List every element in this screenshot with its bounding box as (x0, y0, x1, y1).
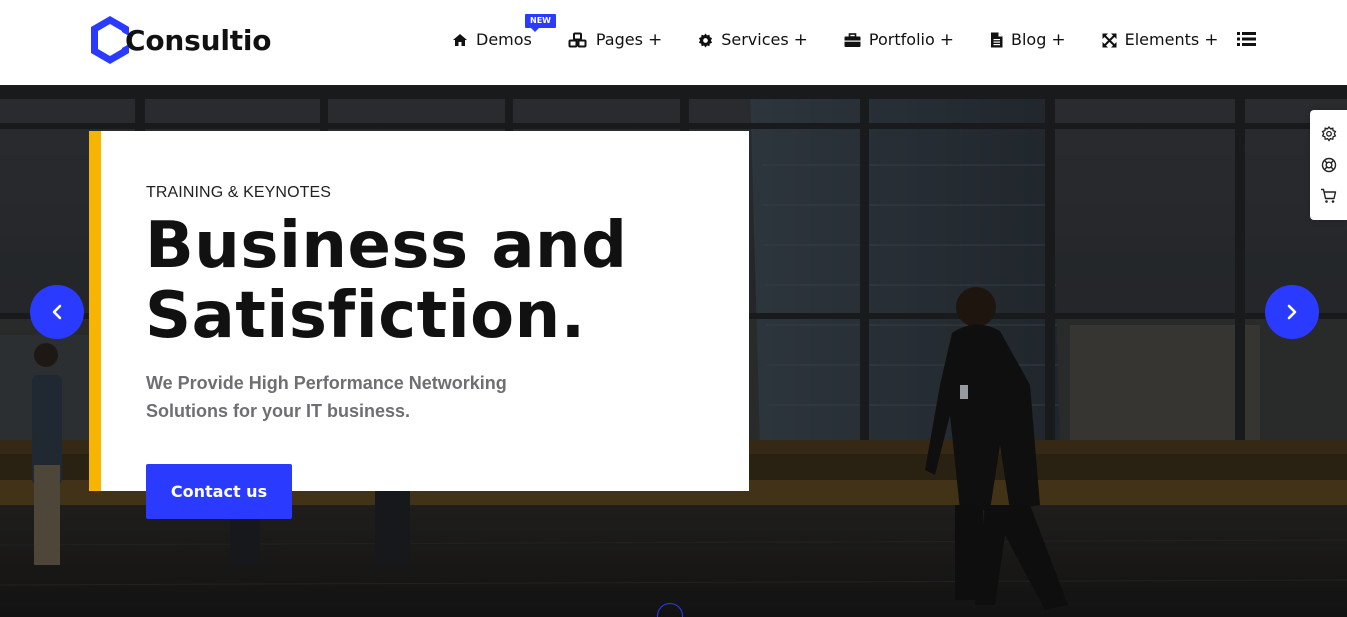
nav-item-elements[interactable]: Elements + (1102, 28, 1219, 52)
page: Consultio Demos NEW Pages + Services + P… (0, 0, 1347, 617)
nav-label-blog: Blog (1011, 30, 1047, 49)
plus-icon: + (1051, 30, 1066, 50)
cart-button[interactable] (1310, 180, 1347, 211)
hero-headline: Business and Satisfiction. (145, 211, 725, 351)
nav-label-portfolio: Portfolio (868, 30, 935, 49)
logo-text: Consultio (125, 23, 272, 57)
nav-item-demos[interactable]: Demos NEW (452, 14, 556, 52)
nav-label-demos: Demos (476, 30, 532, 49)
hero-subtext: We Provide High Performance Networking S… (146, 373, 507, 421)
gear-icon (699, 32, 713, 48)
logo[interactable]: Consultio (89, 14, 272, 66)
hero-headline-line1: Business and (145, 209, 628, 283)
hero-card: TRAINING & KEYNOTES Business and Satisfi… (89, 131, 749, 491)
cubes-icon (568, 32, 587, 48)
list-menu-icon[interactable] (1237, 31, 1256, 47)
briefcase-icon (844, 32, 861, 47)
expand-icon (1102, 33, 1117, 47)
lifebuoy-icon (1321, 157, 1336, 172)
site-header: Consultio Demos NEW Pages + Services + P… (0, 0, 1347, 85)
home-icon (453, 34, 467, 46)
nav-item-services[interactable]: Services + (698, 28, 808, 52)
slider-prev-button[interactable] (30, 285, 84, 339)
gear-icon (1321, 125, 1336, 142)
side-tools-panel (1310, 110, 1347, 220)
hero-slider: TRAINING & KEYNOTES Business and Satisfi… (0, 85, 1347, 617)
chevron-right-icon (1287, 304, 1297, 320)
plus-icon: + (1204, 30, 1219, 50)
hero-headline-line2: Satisfiction. (145, 279, 586, 353)
new-badge: NEW (525, 14, 556, 32)
plus-icon: + (939, 30, 954, 50)
slider-next-button[interactable] (1265, 285, 1319, 339)
hero-eyebrow: TRAINING & KEYNOTES (146, 184, 332, 201)
nav-item-pages[interactable]: Pages + (568, 28, 662, 52)
settings-button[interactable] (1310, 118, 1347, 149)
chevron-left-icon (52, 304, 62, 320)
nav-label-pages: Pages (595, 30, 643, 49)
support-button[interactable] (1310, 149, 1347, 180)
nav-item-portfolio[interactable]: Portfolio + (844, 28, 954, 52)
cart-icon (1321, 188, 1337, 203)
card-accent-bar (89, 131, 101, 491)
contact-us-button[interactable]: Contact us (146, 464, 292, 519)
nav-label-services: Services (721, 30, 789, 49)
nav-label-elements: Elements (1124, 30, 1200, 49)
main-nav: Demos NEW Pages + Services + Portfolio +… (452, 14, 1254, 52)
plus-icon: + (793, 30, 808, 50)
plus-icon: + (647, 30, 663, 50)
nav-item-blog[interactable]: Blog + (990, 28, 1066, 52)
document-icon (991, 32, 1003, 48)
